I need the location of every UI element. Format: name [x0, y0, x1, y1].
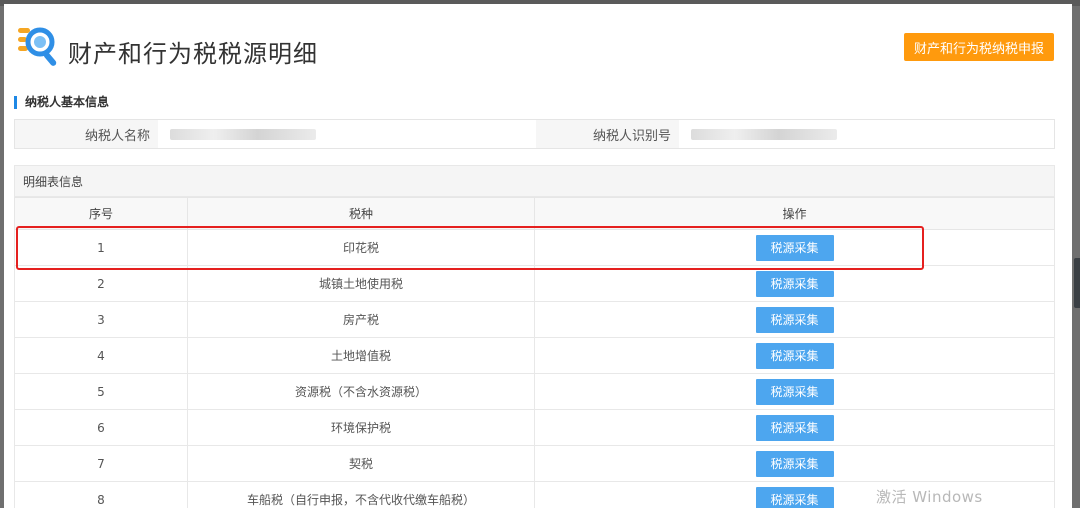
- detail-section-title: 明细表信息: [14, 165, 1055, 197]
- row-action: 税源采集: [534, 445, 1055, 482]
- row-tax: 城镇土地使用税: [187, 265, 535, 302]
- row-tax: 印花税: [187, 229, 535, 266]
- redacted-name: [170, 128, 316, 140]
- table-row: 5 资源税（不含水资源税） 税源采集: [14, 373, 1055, 410]
- col-header-no: 序号: [14, 197, 188, 230]
- row-tax: 土地增值税: [187, 337, 535, 374]
- row-no: 2: [14, 265, 188, 302]
- row-no: 4: [14, 337, 188, 374]
- collect-button[interactable]: 税源采集: [755, 306, 834, 333]
- table-header-row: 序号 税种 操作: [14, 197, 1055, 230]
- row-action: 税源采集: [534, 229, 1055, 266]
- row-no: 1: [14, 229, 188, 266]
- row-no: 3: [14, 301, 188, 338]
- collect-button[interactable]: 税源采集: [755, 414, 834, 441]
- row-tax: 资源税（不含水资源税）: [187, 373, 535, 410]
- main-panel: 财产和行为税税源明细 财产和行为税纳税申报 纳税人基本信息 纳税人名称 纳税人识…: [4, 4, 1072, 508]
- taxpayer-id-value: [679, 120, 1054, 148]
- table-row: 3 房产税 税源采集: [14, 301, 1055, 338]
- row-action: 税源采集: [534, 373, 1055, 410]
- detail-section: 明细表信息 序号 税种 操作 1 印花税 税源采集 2 城镇土地使用税 税源采集…: [14, 165, 1055, 508]
- row-action: 税源采集: [534, 409, 1055, 446]
- detail-table: 序号 税种 操作 1 印花税 税源采集 2 城镇土地使用税 税源采集 3 房产税…: [14, 197, 1055, 508]
- search-document-icon: [18, 27, 57, 66]
- table-row: 2 城镇土地使用税 税源采集: [14, 265, 1055, 302]
- declare-button[interactable]: 财产和行为税纳税申报: [904, 33, 1054, 61]
- collect-button[interactable]: 税源采集: [755, 234, 834, 261]
- table-row: 1 印花税 税源采集: [14, 229, 1055, 266]
- page-header: 财产和行为税税源明细 财产和行为税纳税申报: [4, 4, 1072, 84]
- row-tax: 房产税: [187, 301, 535, 338]
- page-title: 财产和行为税税源明细: [68, 40, 318, 68]
- taxpayer-info-row: 纳税人名称 纳税人识别号: [14, 119, 1055, 149]
- collect-button[interactable]: 税源采集: [755, 378, 834, 405]
- collect-button[interactable]: 税源采集: [755, 486, 834, 508]
- row-tax: 车船税（自行申报，不含代收代缴车船税）: [187, 481, 535, 508]
- row-tax: 环境保护税: [187, 409, 535, 446]
- taxpayer-id-label: 纳税人识别号: [536, 120, 679, 148]
- taxpayer-name-value: [158, 120, 536, 148]
- scroll-handle[interactable]: [1074, 258, 1080, 308]
- row-no: 5: [14, 373, 188, 410]
- taxpayer-section-title: 纳税人基本信息: [14, 96, 109, 109]
- collect-button[interactable]: 税源采集: [755, 270, 834, 297]
- activation-watermark: 激活 Windows: [876, 488, 983, 506]
- table-row: 6 环境保护税 税源采集: [14, 409, 1055, 446]
- col-header-tax: 税种: [187, 197, 535, 230]
- row-no: 8: [14, 481, 188, 508]
- row-action: 税源采集: [534, 301, 1055, 338]
- table-row: 4 土地增值税 税源采集: [14, 337, 1055, 374]
- row-no: 7: [14, 445, 188, 482]
- collect-button[interactable]: 税源采集: [755, 342, 834, 369]
- row-action: 税源采集: [534, 265, 1055, 302]
- collect-button[interactable]: 税源采集: [755, 450, 834, 477]
- row-tax: 契税: [187, 445, 535, 482]
- table-row: 7 契税 税源采集: [14, 445, 1055, 482]
- row-action: 税源采集: [534, 337, 1055, 374]
- col-header-action: 操作: [534, 197, 1055, 230]
- row-no: 6: [14, 409, 188, 446]
- taxpayer-name-label: 纳税人名称: [15, 120, 158, 148]
- redacted-id: [691, 128, 837, 140]
